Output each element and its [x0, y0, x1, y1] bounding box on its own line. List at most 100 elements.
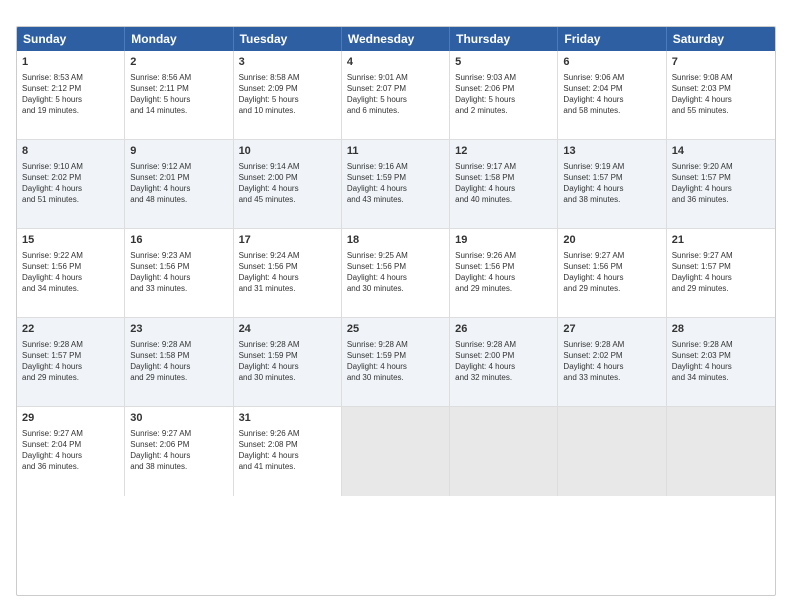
day-info: Sunrise: 9:28 AMSunset: 1:57 PMDaylight:…: [22, 339, 119, 384]
weekday-header-saturday: Saturday: [667, 27, 775, 51]
day-info: Sunrise: 9:26 AMSunset: 1:56 PMDaylight:…: [455, 250, 552, 295]
calendar-day-27: 27 Sunrise: 9:28 AMSunset: 2:02 PMDayligh…: [558, 318, 666, 406]
calendar-day-23: 23 Sunrise: 9:28 AMSunset: 1:58 PMDayligh…: [125, 318, 233, 406]
calendar-day-24: 24 Sunrise: 9:28 AMSunset: 1:59 PMDayligh…: [234, 318, 342, 406]
calendar-day-1: 1 Sunrise: 8:53 AMSunset: 2:12 PMDaylight…: [17, 51, 125, 139]
day-number: 9: [130, 144, 227, 159]
day-info: Sunrise: 9:28 AMSunset: 2:00 PMDaylight:…: [455, 339, 552, 384]
day-info: Sunrise: 9:28 AMSunset: 1:59 PMDaylight:…: [347, 339, 444, 384]
calendar-day-17: 17Sunrise: 9:24 AMSunset: 1:56 PMDayligh…: [234, 229, 342, 317]
day-number: 6: [563, 55, 660, 70]
calendar-day-6: 6 Sunrise: 9:06 AMSunset: 2:04 PMDaylight…: [558, 51, 666, 139]
day-number: 1: [22, 55, 119, 70]
day-info: Sunrise: 8:58 AMSunset: 2:09 PMDaylight:…: [239, 72, 336, 117]
calendar-day-14: 14 Sunrise: 9:20 AMSunset: 1:57 PMDayligh…: [667, 140, 775, 228]
day-info: Sunrise: 9:28 AMSunset: 1:58 PMDaylight:…: [130, 339, 227, 384]
calendar-row-1: 1 Sunrise: 8:53 AMSunset: 2:12 PMDaylight…: [17, 51, 775, 140]
calendar-day-12: 12 Sunrise: 9:17 AMSunset: 1:58 PMDayligh…: [450, 140, 558, 228]
calendar-day-13: 13 Sunrise: 9:19 AMSunset: 1:57 PMDayligh…: [558, 140, 666, 228]
day-number: 19: [455, 233, 552, 248]
day-info: Sunrise: 9:27 AMSunset: 2:04 PMDaylight:…: [22, 428, 119, 473]
day-number: 18: [347, 233, 444, 248]
day-number: 22: [22, 322, 119, 337]
day-info: Sunrise: 9:20 AMSunset: 1:57 PMDaylight:…: [672, 161, 770, 206]
calendar-day-26: 26 Sunrise: 9:28 AMSunset: 2:00 PMDayligh…: [450, 318, 558, 406]
day-info: Sunrise: 9:27 AMSunset: 2:06 PMDaylight:…: [130, 428, 227, 473]
calendar-row-2: 8 Sunrise: 9:10 AMSunset: 2:02 PMDaylight…: [17, 140, 775, 229]
calendar-day-25: 25Sunrise: 9:28 AMSunset: 1:59 PMDayligh…: [342, 318, 450, 406]
calendar-day-20: 20 Sunrise: 9:27 AMSunset: 1:56 PMDayligh…: [558, 229, 666, 317]
day-number: 4: [347, 55, 444, 70]
calendar-row-3: 15Sunrise: 9:22 AMSunset: 1:56 PMDayligh…: [17, 229, 775, 318]
day-info: Sunrise: 9:23 AMSunset: 1:56 PMDaylight:…: [130, 250, 227, 295]
calendar-empty: [450, 407, 558, 496]
day-info: Sunrise: 9:26 AMSunset: 2:08 PMDaylight:…: [239, 428, 336, 473]
day-number: 28: [672, 322, 770, 337]
day-number: 23: [130, 322, 227, 337]
weekday-header-monday: Monday: [125, 27, 233, 51]
calendar-day-7: 7Sunrise: 9:08 AMSunset: 2:03 PMDaylight…: [667, 51, 775, 139]
day-number: 26: [455, 322, 552, 337]
day-number: 20: [563, 233, 660, 248]
day-info: Sunrise: 9:01 AMSunset: 2:07 PMDaylight:…: [347, 72, 444, 117]
calendar-day-22: 22 Sunrise: 9:28 AMSunset: 1:57 PMDayligh…: [17, 318, 125, 406]
calendar-row-4: 22 Sunrise: 9:28 AMSunset: 1:57 PMDayligh…: [17, 318, 775, 407]
calendar-body: 1 Sunrise: 8:53 AMSunset: 2:12 PMDaylight…: [17, 51, 775, 496]
day-info: Sunrise: 9:27 AMSunset: 1:57 PMDaylight:…: [672, 250, 770, 295]
day-info: Sunrise: 9:16 AMSunset: 1:59 PMDaylight:…: [347, 161, 444, 206]
day-number: 21: [672, 233, 770, 248]
day-info: Sunrise: 9:14 AMSunset: 2:00 PMDaylight:…: [239, 161, 336, 206]
calendar-row-5: 29Sunrise: 9:27 AMSunset: 2:04 PMDayligh…: [17, 407, 775, 496]
calendar-day-31: 31 Sunrise: 9:26 AMSunset: 2:08 PMDayligh…: [234, 407, 342, 496]
day-info: Sunrise: 9:25 AMSunset: 1:56 PMDaylight:…: [347, 250, 444, 295]
calendar-day-30: 30Sunrise: 9:27 AMSunset: 2:06 PMDayligh…: [125, 407, 233, 496]
weekday-header-sunday: Sunday: [17, 27, 125, 51]
calendar-day-18: 18 Sunrise: 9:25 AMSunset: 1:56 PMDayligh…: [342, 229, 450, 317]
day-info: Sunrise: 9:28 AMSunset: 1:59 PMDaylight:…: [239, 339, 336, 384]
day-info: Sunrise: 9:17 AMSunset: 1:58 PMDaylight:…: [455, 161, 552, 206]
day-info: Sunrise: 8:53 AMSunset: 2:12 PMDaylight:…: [22, 72, 119, 117]
weekday-header-wednesday: Wednesday: [342, 27, 450, 51]
day-number: 5: [455, 55, 552, 70]
day-info: Sunrise: 9:12 AMSunset: 2:01 PMDaylight:…: [130, 161, 227, 206]
day-number: 27: [563, 322, 660, 337]
day-number: 16: [130, 233, 227, 248]
day-number: 8: [22, 144, 119, 159]
day-info: Sunrise: 9:28 AMSunset: 2:03 PMDaylight:…: [672, 339, 770, 384]
calendar: SundayMondayTuesdayWednesdayThursdayFrid…: [16, 26, 776, 596]
day-info: Sunrise: 9:22 AMSunset: 1:56 PMDaylight:…: [22, 250, 119, 295]
day-number: 14: [672, 144, 770, 159]
day-number: 17: [239, 233, 336, 248]
day-info: Sunrise: 9:10 AMSunset: 2:02 PMDaylight:…: [22, 161, 119, 206]
day-number: 13: [563, 144, 660, 159]
day-info: Sunrise: 9:27 AMSunset: 1:56 PMDaylight:…: [563, 250, 660, 295]
weekday-header-friday: Friday: [558, 27, 666, 51]
calendar-empty: [667, 407, 775, 496]
weekday-header-thursday: Thursday: [450, 27, 558, 51]
calendar-day-11: 11 Sunrise: 9:16 AMSunset: 1:59 PMDayligh…: [342, 140, 450, 228]
calendar-empty: [342, 407, 450, 496]
calendar-day-16: 16 Sunrise: 9:23 AMSunset: 1:56 PMDayligh…: [125, 229, 233, 317]
day-info: Sunrise: 9:03 AMSunset: 2:06 PMDaylight:…: [455, 72, 552, 117]
day-info: Sunrise: 9:28 AMSunset: 2:02 PMDaylight:…: [563, 339, 660, 384]
calendar-day-15: 15Sunrise: 9:22 AMSunset: 1:56 PMDayligh…: [17, 229, 125, 317]
calendar-day-3: 3Sunrise: 8:58 AMSunset: 2:09 PMDaylight…: [234, 51, 342, 139]
calendar-day-5: 5 Sunrise: 9:03 AMSunset: 2:06 PMDaylight…: [450, 51, 558, 139]
calendar-day-8: 8 Sunrise: 9:10 AMSunset: 2:02 PMDaylight…: [17, 140, 125, 228]
calendar-day-29: 29Sunrise: 9:27 AMSunset: 2:04 PMDayligh…: [17, 407, 125, 496]
day-info: Sunrise: 9:19 AMSunset: 1:57 PMDaylight:…: [563, 161, 660, 206]
day-number: 31: [239, 411, 336, 426]
calendar-day-4: 4 Sunrise: 9:01 AMSunset: 2:07 PMDaylight…: [342, 51, 450, 139]
calendar-day-10: 10 Sunrise: 9:14 AMSunset: 2:00 PMDayligh…: [234, 140, 342, 228]
calendar-empty: [558, 407, 666, 496]
day-number: 2: [130, 55, 227, 70]
page: SundayMondayTuesdayWednesdayThursdayFrid…: [0, 0, 792, 612]
calendar-day-28: 28 Sunrise: 9:28 AMSunset: 2:03 PMDayligh…: [667, 318, 775, 406]
day-info: Sunrise: 9:06 AMSunset: 2:04 PMDaylight:…: [563, 72, 660, 117]
day-number: 10: [239, 144, 336, 159]
day-number: 24: [239, 322, 336, 337]
day-number: 11: [347, 144, 444, 159]
day-number: 12: [455, 144, 552, 159]
calendar-day-2: 2Sunrise: 8:56 AMSunset: 2:11 PMDaylight…: [125, 51, 233, 139]
day-info: Sunrise: 9:08 AMSunset: 2:03 PMDaylight:…: [672, 72, 770, 117]
